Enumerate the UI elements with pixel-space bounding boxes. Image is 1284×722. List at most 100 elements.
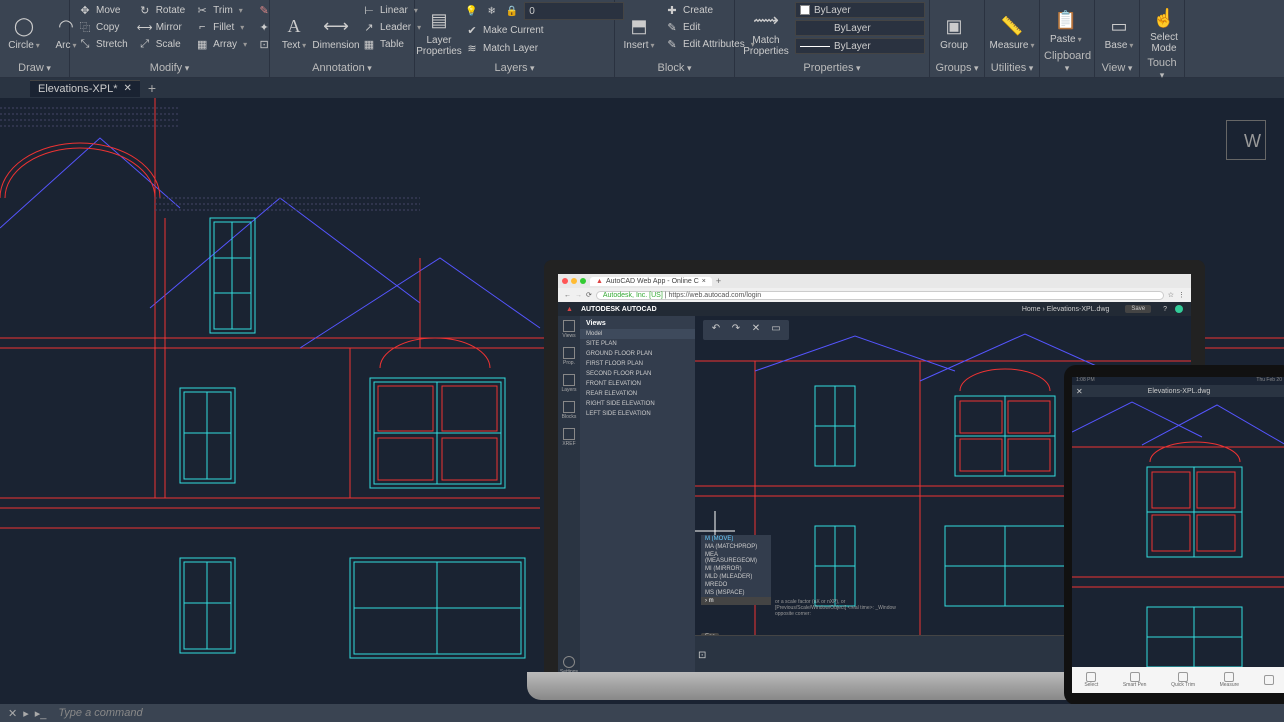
suggest-item[interactable]: MEA (MEASUREGEOM) bbox=[701, 551, 771, 565]
view-left[interactable]: LEFT SIDE ELEVATION bbox=[580, 409, 695, 419]
browser-tab[interactable]: ▲AutoCAD Web App - Online C× bbox=[590, 277, 712, 286]
tbtn-select[interactable]: Select bbox=[1084, 672, 1098, 688]
close-icon[interactable]: ✕ bbox=[1076, 387, 1083, 396]
move-button[interactable]: ✥Move bbox=[74, 2, 132, 18]
document-tab[interactable]: Elevations-XPL* ✕ bbox=[30, 80, 140, 97]
suggest-item[interactable]: MREDO bbox=[701, 581, 771, 589]
text-button[interactable]: AText bbox=[274, 2, 314, 61]
view-site[interactable]: SITE PLAN bbox=[580, 339, 695, 349]
suggest-item[interactable]: MI (MIRROR) bbox=[701, 565, 771, 573]
panel-block[interactable]: Block bbox=[619, 61, 730, 75]
forward-icon[interactable]: → bbox=[575, 292, 582, 299]
window-controls[interactable] bbox=[562, 278, 586, 284]
line-icon bbox=[800, 46, 830, 47]
erase-icon: ✎ bbox=[257, 3, 271, 17]
tbtn-quicktrim[interactable]: Quick Trim bbox=[1171, 672, 1195, 688]
color-combo[interactable]: ByLayer bbox=[795, 2, 925, 18]
offset-icon: ⊡ bbox=[257, 37, 271, 51]
edit-icon: ✎ bbox=[665, 20, 679, 34]
save-button[interactable]: Save bbox=[1125, 305, 1151, 313]
reload-icon[interactable]: ⟳ bbox=[586, 291, 592, 299]
fillet-button[interactable]: ⌐Fillet bbox=[191, 19, 251, 35]
panel-draw[interactable]: Draw bbox=[4, 61, 65, 75]
view-second[interactable]: SECOND FLOOR PLAN bbox=[580, 369, 695, 379]
cmd-history-icon[interactable]: ▸ bbox=[23, 707, 29, 720]
new-tab-button[interactable]: + bbox=[148, 80, 156, 96]
btool-offset-icon[interactable]: ⊡ bbox=[698, 650, 710, 662]
measure-button[interactable]: 📏Measure bbox=[989, 2, 1035, 61]
panel-utilities[interactable]: Utilities bbox=[989, 61, 1035, 75]
linetype-combo[interactable]: ByLayer bbox=[795, 38, 925, 54]
layer-props-button[interactable]: ▤Layer Properties bbox=[419, 2, 459, 61]
panel-clipboard[interactable]: Clipboard bbox=[1044, 49, 1090, 75]
panel-layers[interactable]: Layers bbox=[419, 61, 610, 75]
array-button[interactable]: ▦Array bbox=[191, 36, 251, 52]
panel-view[interactable]: View bbox=[1099, 61, 1135, 75]
close-icon[interactable]: ✕ bbox=[124, 83, 132, 94]
document-tabbar: Elevations-XPL* ✕ + bbox=[0, 78, 1284, 98]
rail-blocks[interactable]: Blocks bbox=[562, 401, 577, 420]
rotate-button[interactable]: ↻Rotate bbox=[134, 2, 189, 18]
hand-icon: ☝ bbox=[1150, 4, 1178, 32]
new-tab-button[interactable]: + bbox=[716, 276, 721, 286]
avatar[interactable] bbox=[1175, 305, 1183, 313]
ribbon: ◯Circle ◠Arc Draw ✥Move ⿻Copy ⤡Stretch ↻… bbox=[0, 0, 1284, 78]
viewcube[interactable]: W bbox=[1216, 110, 1276, 170]
group-button[interactable]: ▣Group bbox=[934, 2, 974, 61]
mirror-button[interactable]: ⟷Mirror bbox=[134, 19, 189, 35]
match-layer-button[interactable]: ≋Match Layer bbox=[461, 40, 624, 56]
copy-button[interactable]: ⿻Copy bbox=[74, 19, 132, 35]
star-icon[interactable]: ☆ bbox=[1168, 291, 1174, 299]
layer-freeze-icon[interactable]: ❄ bbox=[483, 5, 499, 18]
stretch-button[interactable]: ⤡Stretch bbox=[74, 36, 132, 52]
view-rear[interactable]: REAR ELEVATION bbox=[580, 389, 695, 399]
layer-off-icon[interactable]: 💡 bbox=[461, 5, 481, 18]
view-model[interactable]: Model bbox=[580, 329, 695, 339]
panel-annotation[interactable]: Annotation bbox=[274, 61, 410, 75]
panel-modify[interactable]: Modify bbox=[74, 61, 265, 75]
breadcrumb[interactable]: Home › Elevations-XPL.dwg bbox=[1022, 306, 1110, 313]
suggest-item[interactable]: M (MOVE) bbox=[701, 535, 771, 543]
command-input[interactable]: Type a command bbox=[54, 707, 1284, 719]
menu-icon[interactable]: ⋮ bbox=[1178, 291, 1185, 299]
rail-properties[interactable]: Prop. bbox=[563, 347, 575, 366]
view-right[interactable]: RIGHT SIDE ELEVATION bbox=[580, 399, 695, 409]
panel-groups[interactable]: Groups bbox=[934, 61, 980, 75]
brand-text: AUTODESK AUTOCAD bbox=[581, 306, 657, 313]
match-props-button[interactable]: ⟿Match Properties bbox=[739, 2, 793, 61]
trim-button[interactable]: ✂Trim bbox=[191, 2, 251, 18]
layer-combo[interactable]: 0 bbox=[524, 2, 624, 20]
paste-button[interactable]: 📋Paste bbox=[1044, 2, 1088, 49]
suggest-item[interactable]: MLD (MLEADER) bbox=[701, 573, 771, 581]
suggest-item[interactable]: MA (MATCHPROP) bbox=[701, 543, 771, 551]
command-line[interactable]: ✕ ▸ ▸_ Type a command bbox=[0, 704, 1284, 722]
tbtn-smartpen[interactable]: Smart Pen bbox=[1123, 672, 1147, 688]
url-input[interactable]: Autodesk, Inc. [US] | https://web.autoca… bbox=[596, 291, 1164, 300]
match-props-icon: ⟿ bbox=[752, 7, 780, 35]
view-first[interactable]: FIRST FLOOR PLAN bbox=[580, 359, 695, 369]
back-icon[interactable]: ← bbox=[564, 292, 571, 299]
scale-button[interactable]: ⤢Scale bbox=[134, 36, 189, 52]
rail-layers[interactable]: Layers bbox=[561, 374, 576, 393]
suggest-item[interactable]: MS (MSPACE) bbox=[701, 589, 771, 597]
layer-lock-icon[interactable]: 🔒 bbox=[502, 5, 522, 18]
view-ground[interactable]: GROUND FLOOR PLAN bbox=[580, 349, 695, 359]
command-suggestions[interactable]: M (MOVE) MA (MATCHPROP) MEA (MEASUREGEOM… bbox=[701, 535, 771, 605]
lineweight-combo[interactable]: ByLayer bbox=[795, 20, 925, 36]
tbtn-measure[interactable]: Measure bbox=[1220, 672, 1239, 688]
help-icon[interactable]: ? bbox=[1163, 306, 1167, 313]
base-button[interactable]: ▭Base bbox=[1099, 2, 1139, 61]
tbtn-more[interactable] bbox=[1264, 675, 1274, 685]
panel-touch[interactable]: Touch bbox=[1144, 56, 1180, 82]
circle-button[interactable]: ◯Circle bbox=[4, 2, 44, 61]
panel-properties[interactable]: Properties bbox=[739, 61, 925, 75]
view-front[interactable]: FRONT ELEVATION bbox=[580, 379, 695, 389]
dimension-button[interactable]: ⟷Dimension bbox=[316, 2, 356, 61]
close-icon[interactable]: × bbox=[702, 278, 706, 285]
cmd-close-icon[interactable]: ✕ bbox=[8, 707, 17, 720]
select-mode-button[interactable]: ☝Select Mode bbox=[1144, 2, 1184, 56]
rail-views[interactable]: Views bbox=[562, 320, 575, 339]
rail-xref[interactable]: XREF bbox=[562, 428, 575, 447]
insert-button[interactable]: ⬒Insert bbox=[619, 2, 659, 61]
make-current-button[interactable]: ✔Make Current bbox=[461, 22, 624, 38]
